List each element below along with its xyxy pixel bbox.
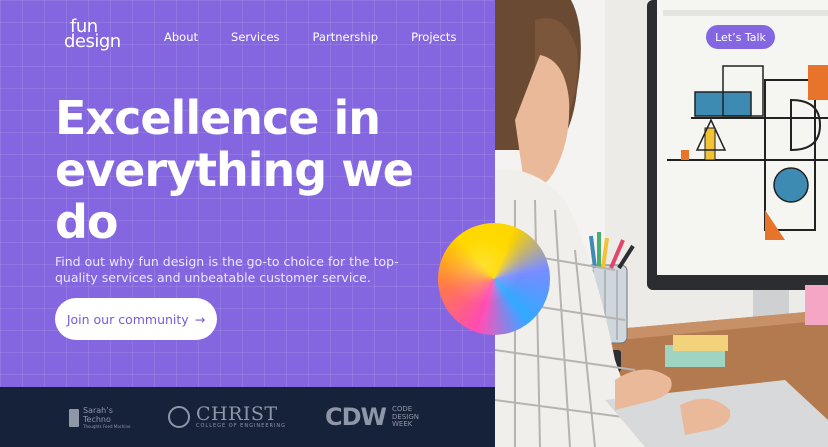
headline-line-2: everything we bbox=[55, 143, 414, 197]
headline-line-1: Excellence in bbox=[55, 91, 381, 145]
sarahs-techno-line-1: Sarah’s bbox=[83, 406, 113, 415]
sarahs-techno-text: Sarah’s Techno Thoughts Feed Machine bbox=[83, 406, 131, 429]
join-community-label: Join our community bbox=[66, 311, 189, 327]
arrow-right-icon: → bbox=[194, 311, 206, 327]
sarahs-techno-line-2: Techno bbox=[83, 415, 111, 424]
lets-talk-button[interactable]: Let’s Talk bbox=[706, 25, 775, 49]
sarahs-techno-tagline: Thoughts Feed Machine bbox=[83, 424, 131, 429]
partner-logos-bar: Sarah’s Techno Thoughts Feed Machine CHR… bbox=[0, 387, 495, 447]
christ-name: CHRIST bbox=[196, 403, 278, 425]
sarahs-techno-logo: Sarah’s Techno Thoughts Feed Machine bbox=[69, 406, 131, 429]
logo-line-2: design bbox=[64, 31, 121, 52]
christ-text: CHRIST COLLEGE OF ENGINEERING bbox=[196, 403, 287, 430]
headline-line-3: do bbox=[55, 195, 119, 249]
nav-partnership[interactable]: Partnership bbox=[313, 30, 379, 44]
cdw-mark: CDW bbox=[325, 403, 387, 432]
college-seal-icon bbox=[168, 406, 190, 428]
gradient-orb-decoration bbox=[438, 223, 550, 335]
hero-headline: Excellence in everything we do bbox=[55, 92, 495, 248]
photo-illustration bbox=[495, 0, 828, 447]
nav-about[interactable]: About bbox=[164, 30, 198, 44]
cdw-text: CODE DESIGN WEEK bbox=[392, 405, 419, 429]
christ-college-logo: CHRIST COLLEGE OF ENGINEERING bbox=[168, 405, 286, 429]
christ-subtitle: COLLEGE OF ENGINEERING bbox=[196, 423, 287, 429]
fun-design-logo[interactable]: fun design bbox=[64, 18, 121, 52]
main-nav: About Services Partnership Projects bbox=[164, 30, 489, 44]
hero-section: fun design About Services Partnership Pr… bbox=[0, 0, 495, 387]
hero-photo-designer-at-desk bbox=[495, 0, 828, 447]
nav-projects[interactable]: Projects bbox=[411, 30, 456, 44]
hero-subtext: Find out why fun design is the go-to cho… bbox=[55, 254, 399, 285]
sarahs-techno-mark-icon bbox=[69, 408, 79, 427]
code-design-week-logo: CDW CODE DESIGN WEEK bbox=[325, 403, 419, 432]
join-community-button[interactable]: Join our community → bbox=[55, 298, 217, 340]
cdw-line-3: WEEK bbox=[392, 420, 413, 428]
nav-services[interactable]: Services bbox=[231, 30, 280, 44]
